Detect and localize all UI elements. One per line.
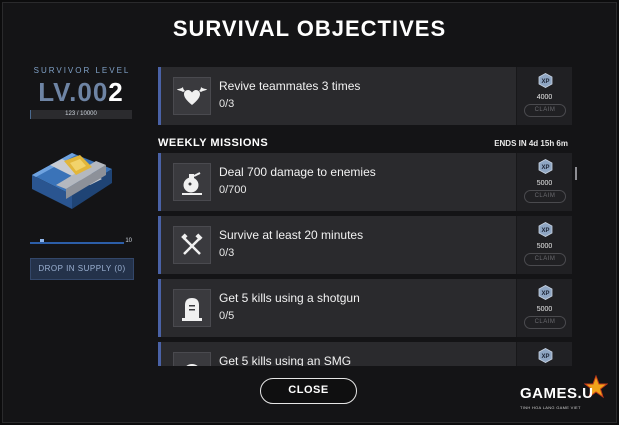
reward-box: XP <box>516 342 572 366</box>
site-watermark: GAMES.U TINH HOA LANG GAME VIET <box>520 375 616 419</box>
objective-name: Get 5 kills using a shotgun <box>219 291 360 305</box>
close-button[interactable]: CLOSE <box>260 378 357 404</box>
objective-progress: 0/3 <box>219 98 235 110</box>
level-number: 2 <box>108 77 124 107</box>
grenade-icon <box>173 163 211 201</box>
xp-progress-bar: 123 / 10000 <box>30 110 132 119</box>
objective-progress: 0/700 <box>219 184 247 196</box>
reward-box: XP 5000 CLAIM <box>516 279 572 337</box>
watermark-tagline: TINH HOA LANG GAME VIET <box>520 405 581 410</box>
tombstone-icon <box>173 289 211 327</box>
xp-icon-text: XP <box>541 79 549 85</box>
mission-list-clip: Get 5 kills using an SMG XP <box>150 340 590 366</box>
slider-track <box>30 242 124 244</box>
supply-quantity-slider[interactable]: 10 <box>30 238 132 248</box>
claim-button[interactable]: CLAIM <box>524 104 566 117</box>
objective-name: Survive at least 20 minutes <box>219 228 364 242</box>
reward-box: XP 4000 CLAIM <box>516 67 572 125</box>
drop-in-supply-button[interactable]: DROP IN SUPPLY (0) <box>30 258 134 280</box>
xp-icon-text: XP <box>541 165 549 171</box>
claim-button[interactable]: CLAIM <box>524 190 566 203</box>
xp-icon: XP <box>538 285 553 300</box>
xp-progress-text: 123 / 10000 <box>65 111 97 117</box>
claim-button[interactable]: CLAIM <box>524 316 566 329</box>
objective-name: Get 5 kills using an SMG <box>219 354 352 366</box>
level-display: LV.002 <box>26 77 136 108</box>
xp-icon: XP <box>538 159 553 174</box>
supply-crate-image <box>32 153 112 209</box>
xp-icon: XP <box>538 348 553 363</box>
reward-amount: 5000 <box>536 306 553 313</box>
objective-card-weekly: Get 5 kills using an SMG XP <box>158 342 572 366</box>
xp-icon-text: XP <box>541 354 549 360</box>
xp-icon-text: XP <box>541 291 549 297</box>
claim-button[interactable]: CLAIM <box>524 253 566 266</box>
xp-icon-text: XP <box>541 228 549 234</box>
objective-name: Revive teammates 3 times <box>219 79 361 93</box>
weekly-timer: ENDS IN 4d 15h 6m <box>494 139 568 148</box>
page-title: SURVIVAL OBJECTIVES <box>172 16 447 41</box>
xp-icon: XP <box>538 222 553 237</box>
crossed-tools-icon <box>173 226 211 264</box>
level-prefix: LV. <box>38 77 78 107</box>
target-icon <box>173 352 211 366</box>
reward-amount: 5000 <box>536 180 553 187</box>
slider-knob[interactable] <box>40 239 44 242</box>
objective-progress: 0/3 <box>219 247 235 259</box>
reward-amount: 5000 <box>536 243 553 250</box>
survivor-panel: SURVIVOR LEVEL LV.002 123 / 10000 10 DRO… <box>26 66 136 280</box>
objective-card-weekly: Survive at least 20 minutes 0/3 XP 5000 … <box>158 216 572 274</box>
objective-name: Deal 700 damage to enemies <box>219 165 376 179</box>
slider-max-label: 10 <box>125 238 132 244</box>
xp-icon: XP <box>538 73 553 88</box>
objective-card-daily: Revive teammates 3 times 0/3 XP 4000 CLA… <box>158 67 572 125</box>
mission-list-scrollbar[interactable] <box>575 167 577 180</box>
watermark-brand: GAMES.U <box>520 385 594 402</box>
reward-box: XP 5000 CLAIM <box>516 153 572 211</box>
heart-wings-icon <box>173 77 211 115</box>
level-dim-digits: 00 <box>77 77 109 107</box>
survivor-level-label: SURVIVOR LEVEL <box>33 66 131 75</box>
reward-amount: 4000 <box>536 94 553 101</box>
weekly-missions-title: WEEKLY MISSIONS <box>158 137 269 149</box>
reward-box: XP 5000 CLAIM <box>516 216 572 274</box>
objective-card-weekly: Get 5 kills using a shotgun 0/5 XP 5000 … <box>158 279 572 337</box>
objective-progress: 0/5 <box>219 310 235 322</box>
objective-card-weekly: Deal 700 damage to enemies 0/700 XP 5000… <box>158 153 572 211</box>
